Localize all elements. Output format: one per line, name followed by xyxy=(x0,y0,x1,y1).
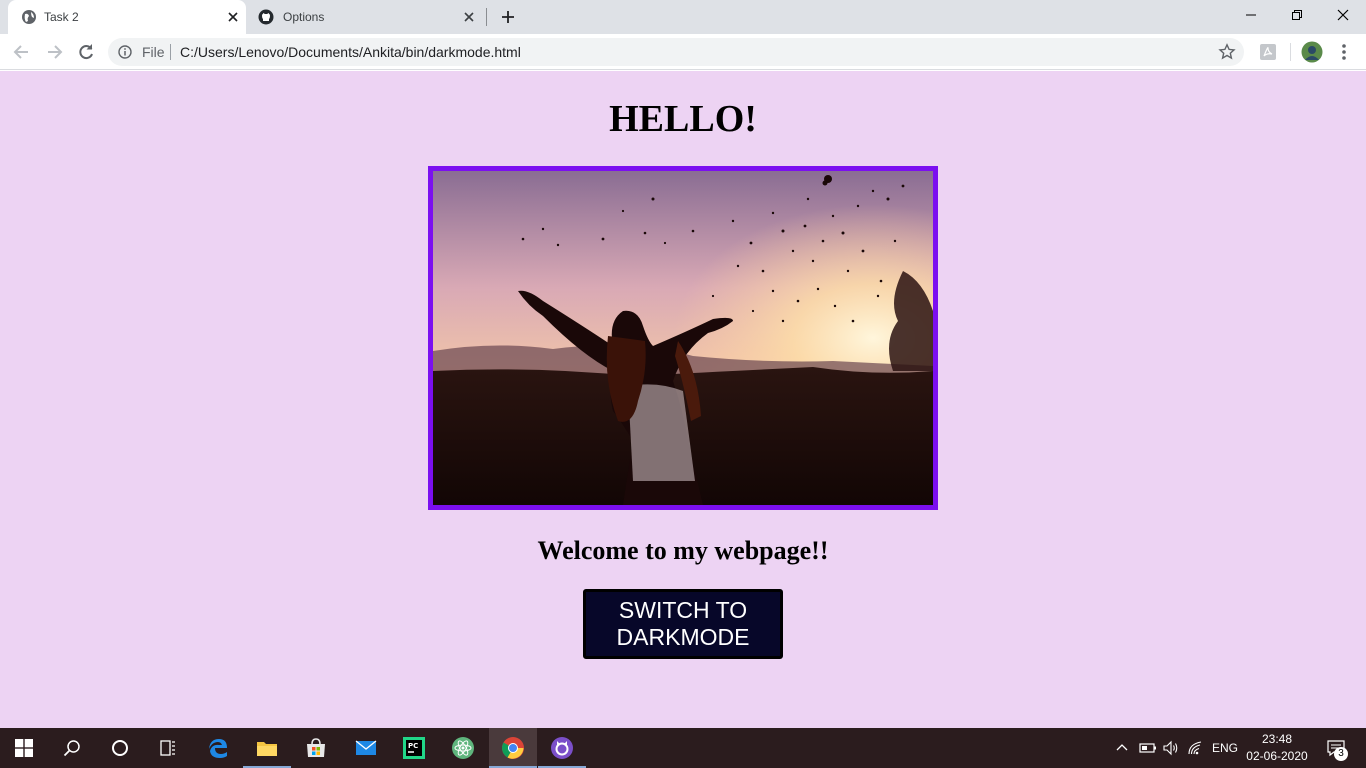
globe-icon xyxy=(22,10,36,24)
atom-app[interactable] xyxy=(439,728,487,768)
url-text[interactable]: C:/Users/Lenovo/Documents/Ankita/bin/dar… xyxy=(180,44,521,60)
back-arrow-icon[interactable] xyxy=(12,42,32,62)
browser-toolbar: File C:/Users/Lenovo/Documents/Ankita/bi… xyxy=(0,34,1366,70)
mail-app[interactable] xyxy=(342,728,390,768)
new-tab-icon[interactable] xyxy=(500,9,516,25)
sunset-girl-photo xyxy=(433,171,933,505)
hero-image xyxy=(428,166,938,510)
mail-icon xyxy=(355,740,377,755)
forward-arrow-icon[interactable] xyxy=(44,42,64,62)
close-tab-icon[interactable] xyxy=(226,10,240,24)
wifi-icon[interactable] xyxy=(1187,740,1205,756)
restore-button[interactable] xyxy=(1274,0,1320,30)
task-view-button[interactable] xyxy=(144,728,192,768)
tab-task-2[interactable]: Task 2 xyxy=(8,0,246,34)
edge-icon xyxy=(209,739,227,758)
button-label: SWITCH TO DARKMODE xyxy=(616,597,750,650)
clock[interactable]: 23:48 02-06-2020 xyxy=(1240,731,1314,765)
github-desktop-app[interactable] xyxy=(538,728,586,768)
info-icon[interactable] xyxy=(118,45,132,59)
show-hidden-icons-chevron-icon[interactable] xyxy=(1115,741,1129,755)
chrome-icon xyxy=(502,737,524,759)
github-desktop-icon xyxy=(551,737,573,759)
page-body: HELLO! Welcome to my webpage!! SWITCH TO… xyxy=(0,71,1366,728)
address-divider xyxy=(170,44,171,60)
switch-to-darkmode-button[interactable]: SWITCH TO DARKMODE xyxy=(583,589,783,659)
svg-text:PC: PC xyxy=(408,742,418,750)
github-icon xyxy=(258,9,274,25)
task-view-icon xyxy=(160,740,175,756)
cortana-button[interactable] xyxy=(96,728,144,768)
store-app[interactable] xyxy=(292,728,340,768)
tab-title: Task 2 xyxy=(44,10,79,24)
action-center-button[interactable]: 3 xyxy=(1318,728,1366,768)
address-bar[interactable]: File C:/Users/Lenovo/Documents/Ankita/bi… xyxy=(108,38,1244,66)
bookmark-star-icon[interactable] xyxy=(1218,43,1236,61)
battery-icon[interactable] xyxy=(1139,741,1157,755)
clock-time: 23:48 xyxy=(1261,732,1293,746)
file-explorer-app[interactable] xyxy=(243,728,291,768)
minimize-icon xyxy=(1246,14,1256,16)
windows-logo-icon xyxy=(15,739,33,757)
search-button[interactable] xyxy=(48,728,96,768)
close-tab-icon[interactable] xyxy=(462,10,476,24)
clock-date: 02-06-2020 xyxy=(1246,749,1308,763)
welcome-text: Welcome to my webpage!! xyxy=(537,536,829,565)
tab-separator xyxy=(486,8,487,26)
page-heading: HELLO! xyxy=(609,98,757,140)
close-window-button[interactable] xyxy=(1320,0,1366,30)
language-indicator[interactable]: ENG xyxy=(1212,728,1238,768)
restore-icon xyxy=(1292,10,1302,20)
tab-strip: Task 2 Options xyxy=(0,0,1366,34)
profile-avatar-icon[interactable] xyxy=(1301,41,1323,63)
notification-count-badge: 3 xyxy=(1334,747,1348,761)
toolbar-divider xyxy=(1290,43,1291,61)
reload-icon[interactable] xyxy=(76,42,96,62)
pycharm-app[interactable]: PC xyxy=(390,728,438,768)
folder-icon xyxy=(257,742,277,756)
tab-title: Options xyxy=(283,10,325,24)
scheme-label: File xyxy=(142,44,165,60)
pdf-extension-icon[interactable] xyxy=(1258,42,1278,62)
search-icon xyxy=(63,740,80,757)
tab-options[interactable]: Options xyxy=(248,0,486,34)
chrome-app[interactable] xyxy=(489,728,537,768)
edge-app[interactable] xyxy=(194,728,242,768)
atom-icon xyxy=(452,737,474,759)
volume-icon[interactable] xyxy=(1162,740,1180,756)
start-button[interactable] xyxy=(0,728,48,768)
windows-taskbar: PC ENG 23:48 02-06-2020 3 xyxy=(0,728,1366,768)
close-icon xyxy=(1337,9,1349,21)
cortana-icon xyxy=(112,740,128,756)
menu-dots-icon[interactable] xyxy=(1334,42,1354,62)
pycharm-icon: PC xyxy=(403,737,425,759)
minimize-button[interactable] xyxy=(1228,0,1274,30)
store-icon xyxy=(307,738,325,757)
